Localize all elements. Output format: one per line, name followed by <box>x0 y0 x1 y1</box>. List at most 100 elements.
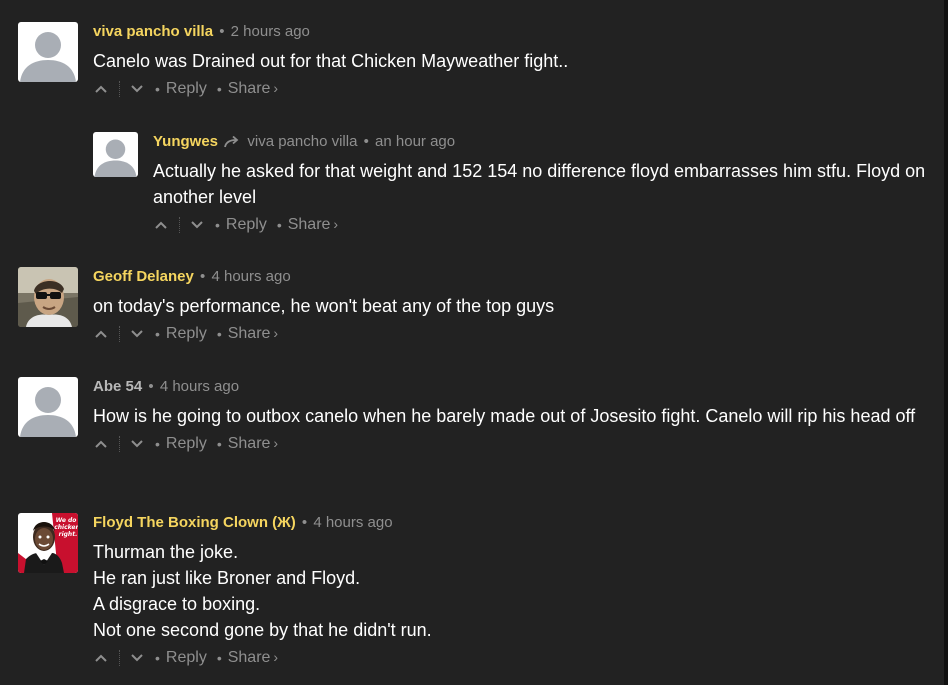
author-name[interactable]: Floyd The Boxing Clown (Ж) <box>93 514 296 531</box>
upvote-icon[interactable] <box>93 650 109 666</box>
comment-line: Canelo was Drained out for that Chicken … <box>93 51 569 71</box>
share-label: Share <box>227 649 271 666</box>
timestamp[interactable]: 4 hours ago <box>211 268 290 285</box>
share-label: Share <box>227 80 271 97</box>
share-button[interactable]: Share › <box>288 216 338 234</box>
author-name[interactable]: Yungwes <box>153 133 218 150</box>
comment-body: viva pancho villa • 2 hours ago Canelo w… <box>93 22 938 100</box>
comment-actions: • Reply • Share › <box>153 214 938 236</box>
actions-bullet: • <box>155 81 160 97</box>
share-button[interactable]: Share › <box>228 649 278 667</box>
avatar[interactable] <box>18 22 78 82</box>
share-label: Share <box>227 435 271 452</box>
meta-separator: • <box>363 133 369 150</box>
actions-bullet: • <box>215 217 220 233</box>
downvote-icon[interactable] <box>129 326 145 342</box>
vote-divider <box>119 436 121 452</box>
comment-actions: • Reply • Share › <box>93 323 938 345</box>
comment-header: Abe 54 • 4 hours ago <box>93 377 938 397</box>
reply-to-arrow-icon <box>224 136 239 148</box>
comment-header: Floyd The Boxing Clown (Ж) • 4 hours ago <box>93 513 938 533</box>
avatar[interactable] <box>18 377 78 437</box>
vote-divider <box>119 326 121 342</box>
actions-bullet: • <box>155 650 160 666</box>
vote-divider <box>119 650 121 666</box>
actions-bullet: • <box>276 217 282 233</box>
comment-line: Thurman the joke. <box>93 542 239 562</box>
parent-author-link[interactable]: viva pancho villa <box>247 133 357 150</box>
author-name[interactable]: Geoff Delaney <box>93 268 194 285</box>
share-chevron-icon: › <box>273 80 279 96</box>
actions-bullet: • <box>216 650 222 666</box>
downvote-icon[interactable] <box>129 81 145 97</box>
share-chevron-icon: › <box>273 325 279 341</box>
comment-actions: • Reply • Share › <box>93 78 938 100</box>
downvote-icon[interactable] <box>129 436 145 452</box>
reply-button[interactable]: Reply <box>166 80 207 98</box>
reply-button[interactable]: Reply <box>166 435 207 453</box>
comment-header: Geoff Delaney • 4 hours ago <box>93 267 938 287</box>
upvote-icon[interactable] <box>93 436 109 452</box>
timestamp[interactable]: 4 hours ago <box>160 378 239 395</box>
svg-text:right.: right. <box>59 531 78 538</box>
default-avatar-icon <box>18 22 78 82</box>
comment-body: Floyd The Boxing Clown (Ж) • 4 hours ago… <box>93 513 938 669</box>
comment-line: He ran just like Broner and Floyd. <box>93 568 361 588</box>
comment-body: Yungwes viva pancho villa • an hour ago … <box>153 132 938 236</box>
share-button[interactable]: Share › <box>228 435 278 453</box>
share-button[interactable]: Share › <box>228 80 278 98</box>
meta-separator: • <box>200 268 206 285</box>
comment-line: on today's performance, he won't beat an… <box>93 296 555 316</box>
comment-text: Thurman the joke. He ran just like Brone… <box>93 539 938 643</box>
share-button[interactable]: Share › <box>228 325 278 343</box>
actions-bullet: • <box>216 436 222 452</box>
reply-button[interactable]: Reply <box>226 216 267 234</box>
meta-separator: • <box>301 514 308 531</box>
comment-thread: viva pancho villa • 2 hours ago Canelo w… <box>0 0 948 685</box>
kfc-parody-avatar-icon: We do chicken right. <box>18 513 78 573</box>
timestamp[interactable]: an hour ago <box>375 133 455 150</box>
meta-separator: • <box>219 23 225 40</box>
comment-text: How is he going to outbox canelo when he… <box>93 403 938 429</box>
actions-bullet: • <box>155 436 160 452</box>
share-chevron-icon: › <box>333 216 339 232</box>
upvote-icon[interactable] <box>93 81 109 97</box>
upvote-icon[interactable] <box>153 217 169 233</box>
reply-button[interactable]: Reply <box>166 649 207 667</box>
comment-body: Abe 54 • 4 hours ago How is he going to … <box>93 377 938 455</box>
svg-text:We do: We do <box>56 517 77 524</box>
timestamp[interactable]: 4 hours ago <box>313 514 392 531</box>
actions-bullet: • <box>216 326 222 342</box>
avatar[interactable]: We do chicken right. <box>18 513 78 573</box>
comment-line: Actually he asked for that weight and 15… <box>153 161 926 207</box>
vote-divider <box>179 217 181 233</box>
downvote-icon[interactable] <box>129 650 145 666</box>
comment-actions: • Reply • Share › <box>93 647 938 669</box>
meta-separator: • <box>148 378 154 395</box>
comment-header: viva pancho villa • 2 hours ago <box>93 22 938 42</box>
upvote-icon[interactable] <box>93 326 109 342</box>
comment-text: Canelo was Drained out for that Chicken … <box>93 48 938 74</box>
reply-button[interactable]: Reply <box>166 325 207 343</box>
comment-header: Yungwes viva pancho villa • an hour ago <box>153 132 938 152</box>
author-name[interactable]: Abe 54 <box>93 378 142 395</box>
comment-body: Geoff Delaney • 4 hours ago on today's p… <box>93 267 938 345</box>
timestamp[interactable]: 2 hours ago <box>231 23 310 40</box>
vote-divider <box>119 81 121 97</box>
svg-text:chicken: chicken <box>54 524 78 531</box>
share-chevron-icon: › <box>273 435 279 451</box>
default-avatar-icon <box>18 377 78 437</box>
avatar[interactable] <box>18 267 78 327</box>
actions-bullet: • <box>216 81 222 97</box>
user-photo-icon <box>18 267 78 327</box>
share-label: Share <box>287 216 331 233</box>
comment-line: Not one second gone by that he didn't ru… <box>93 620 432 640</box>
actions-bullet: • <box>155 326 160 342</box>
avatar[interactable] <box>93 132 138 177</box>
comment-text: on today's performance, he won't beat an… <box>93 293 938 319</box>
share-label: Share <box>227 325 271 342</box>
default-avatar-icon <box>93 132 138 177</box>
downvote-icon[interactable] <box>189 217 205 233</box>
author-name[interactable]: viva pancho villa <box>93 23 213 40</box>
comment-actions: • Reply • Share › <box>93 433 938 455</box>
